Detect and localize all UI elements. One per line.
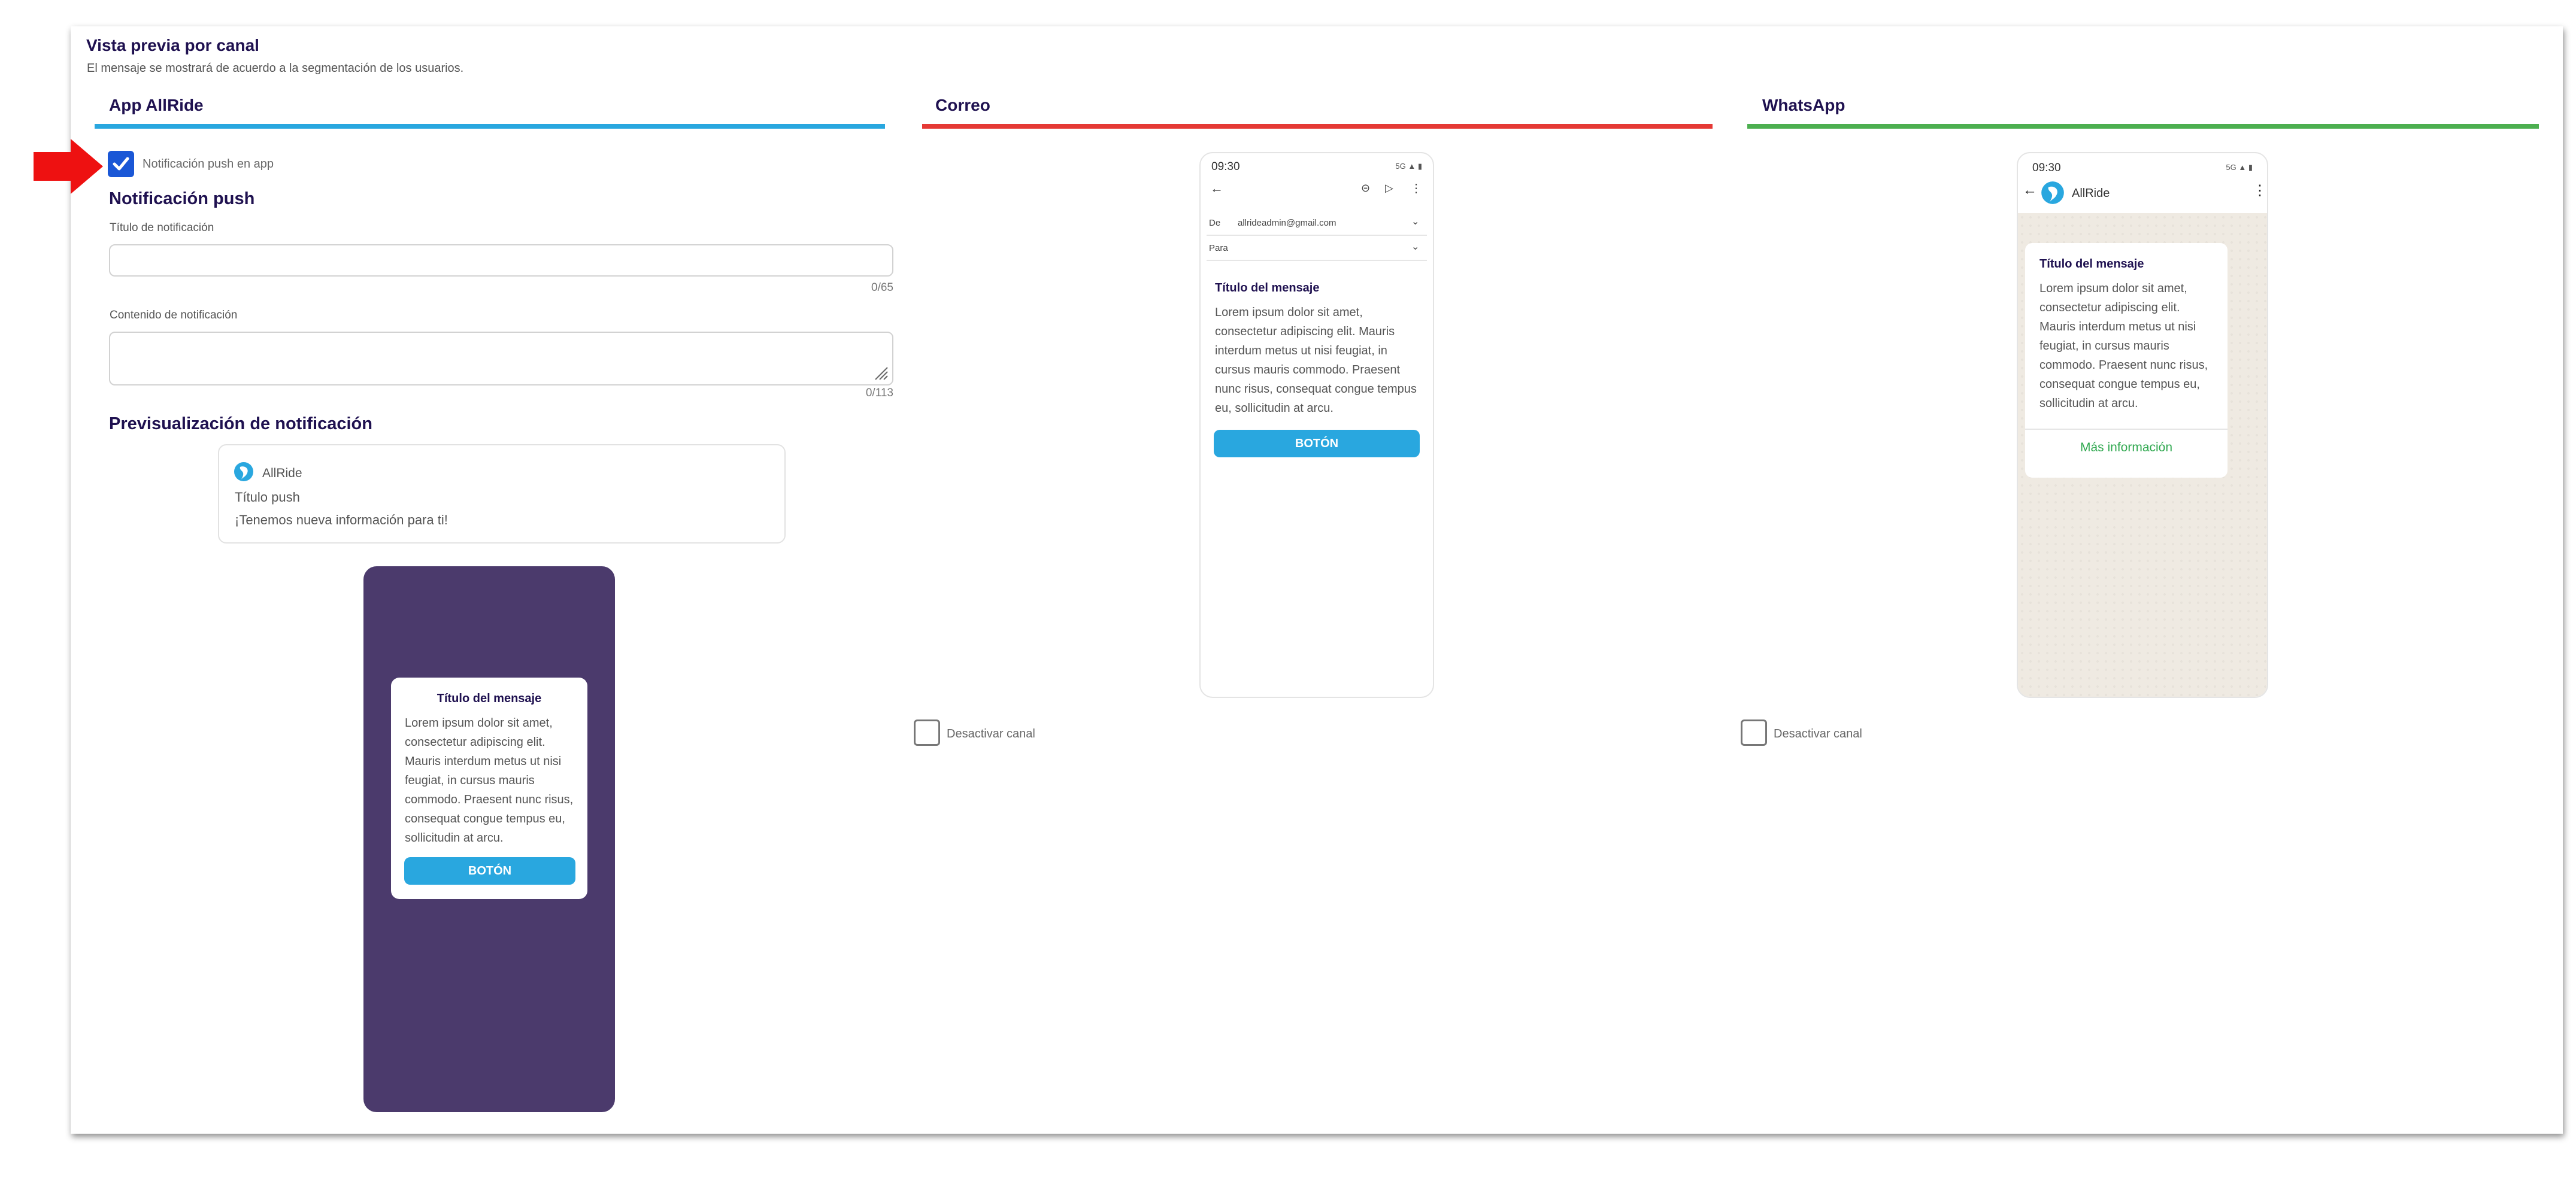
notification-content-textarea[interactable] xyxy=(109,332,893,385)
notification-content-label: Contenido de notificación xyxy=(110,309,238,321)
to-label: Para xyxy=(1209,243,1228,253)
from-chevron-down-icon[interactable]: ⌄ xyxy=(1411,215,1419,227)
whatsapp-status-time: 09:30 xyxy=(2032,162,2061,174)
tab-whatsapp-label: WhatsApp xyxy=(1762,96,1845,114)
content-char-counter: 0/113 xyxy=(865,387,893,399)
tab-email-underline xyxy=(922,124,1713,129)
notification-app-name: AllRide xyxy=(262,466,302,480)
tab-app-label: App AllRide xyxy=(109,96,204,114)
attach-icon[interactable]: ⊝ xyxy=(1361,182,1370,195)
whatsapp-more-info-link[interactable]: Más información xyxy=(2025,441,2228,455)
back-arrow-icon[interactable]: ← xyxy=(2023,182,2037,199)
send-icon[interactable]: ▷ xyxy=(1385,182,1393,195)
email-phone-preview: 09:30 5G ▲ ▮ ← ⊝ ▷ ⋮ De allrideadmin@gma… xyxy=(1199,152,1434,698)
to-divider xyxy=(1207,260,1427,261)
whatsapp-status-icons: 5G ▲ ▮ xyxy=(2226,163,2253,172)
from-value: allrideadmin@gmail.com xyxy=(1238,218,1337,228)
more-vert-icon[interactable]: ⋮ xyxy=(1410,181,1422,196)
whatsapp-message-bubble: Título del mensaje Lorem ipsum dolor sit… xyxy=(2025,243,2228,478)
in-app-message-card: Título del mensaje Lorem ipsum dolor sit… xyxy=(391,678,587,899)
tab-app[interactable]: App AllRide xyxy=(95,93,885,129)
in-app-message-body: Lorem ipsum dolor sit amet, consectetur … xyxy=(405,717,574,845)
back-arrow-icon[interactable]: ← xyxy=(1210,181,1223,196)
title-char-counter: 0/65 xyxy=(871,281,893,294)
push-in-app-checkbox[interactable] xyxy=(108,151,134,177)
page-title: Vista previa por canal xyxy=(86,36,259,54)
more-vert-icon[interactable]: ⋮ xyxy=(2253,182,2267,199)
whatsapp-message-body: Lorem ipsum dolor sit amet, consectetur … xyxy=(2039,282,2208,410)
tab-email-label: Correo xyxy=(935,96,990,114)
whatsapp-phone-preview: 09:30 5G ▲ ▮ ← AllRide ⋮ Título del mens… xyxy=(2017,152,2268,698)
allride-avatar-icon xyxy=(2041,181,2064,204)
email-status-icons: 5G ▲ ▮ xyxy=(1395,162,1422,171)
email-message-button[interactable]: BOTÓN xyxy=(1214,430,1420,457)
resize-grip-icon[interactable] xyxy=(873,365,889,381)
from-divider xyxy=(1207,235,1427,236)
push-in-app-label: Notificación push en app xyxy=(143,157,274,171)
to-chevron-down-icon[interactable]: ⌄ xyxy=(1411,241,1419,253)
notification-title: Título push xyxy=(235,490,300,505)
push-notification-preview: AllRide Título push ¡Tenemos nueva infor… xyxy=(218,444,786,544)
email-status-time: 09:30 xyxy=(1211,160,1240,173)
in-app-message-preview: Título del mensaje Lorem ipsum dolor sit… xyxy=(363,566,615,1112)
tab-email[interactable]: Correo xyxy=(922,93,1713,129)
allride-logo-icon xyxy=(234,462,253,481)
notification-body: ¡Tenemos nueva información para ti! xyxy=(235,512,448,527)
in-app-message-button[interactable]: BOTÓN xyxy=(404,857,575,885)
email-disable-checkbox[interactable] xyxy=(914,719,940,746)
whatsapp-message-title: Título del mensaje xyxy=(2039,257,2144,271)
from-label: De xyxy=(1209,218,1221,228)
notification-preview-title: Previsualización de notificación xyxy=(109,414,372,433)
check-icon xyxy=(113,157,129,171)
notification-title-input[interactable] xyxy=(109,244,893,277)
email-disable-label: Desactivar canal xyxy=(947,727,1035,740)
push-section-title: Notificación push xyxy=(109,189,255,208)
page-subtitle: El mensaje se mostrará de acuerdo a la s… xyxy=(87,62,464,75)
email-message-body: Lorem ipsum dolor sit amet, consectetur … xyxy=(1215,306,1417,415)
whatsapp-disable-label: Desactivar canal xyxy=(1774,727,1862,740)
tab-app-underline xyxy=(95,124,885,129)
red-arrow-icon xyxy=(34,139,103,194)
whatsapp-contact-name: AllRide xyxy=(2072,187,2110,200)
whatsapp-disable-checkbox[interactable] xyxy=(1741,719,1767,746)
tab-whatsapp[interactable]: WhatsApp xyxy=(1747,93,2539,129)
tab-whatsapp-underline xyxy=(1747,124,2539,129)
notification-title-label: Título de notificación xyxy=(110,221,214,234)
in-app-message-title: Título del mensaje xyxy=(437,692,542,705)
whatsapp-bubble-divider xyxy=(2025,429,2228,430)
email-message-title: Título del mensaje xyxy=(1215,281,1320,295)
